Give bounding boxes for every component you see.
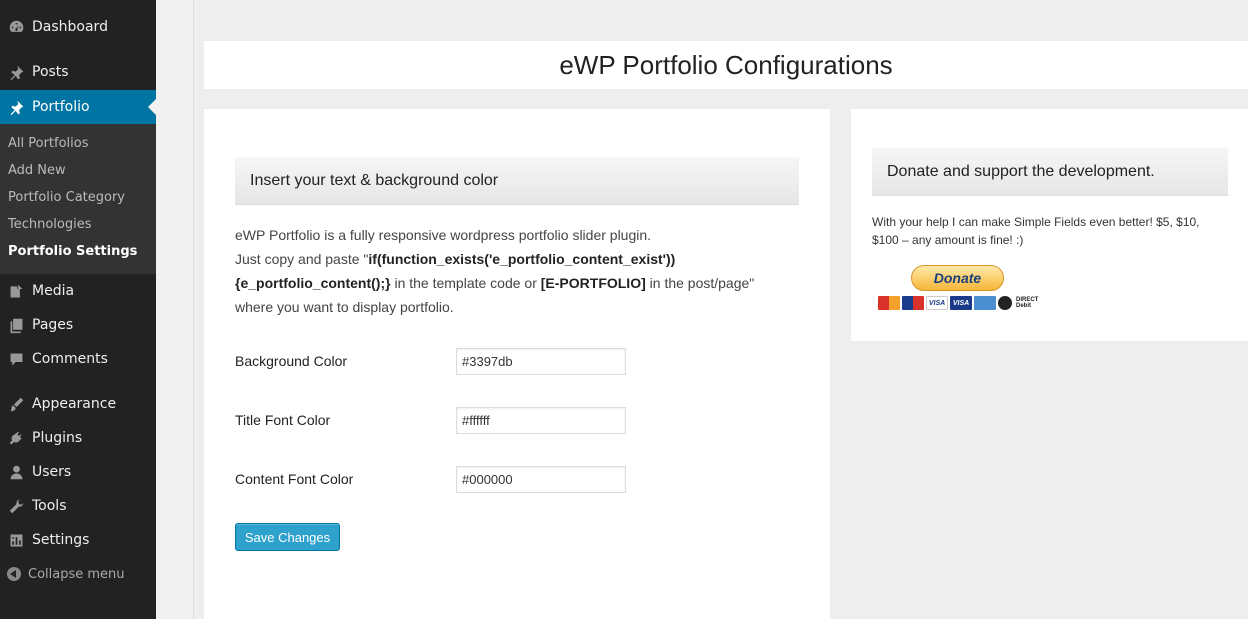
maestro-icon xyxy=(902,296,924,310)
amex-icon xyxy=(974,296,996,310)
desc-line-2: Just copy and paste "if(function_exists(… xyxy=(235,251,676,267)
sidebar-item-appearance[interactable]: Appearance xyxy=(0,387,156,421)
sidebar-item-pages[interactable]: Pages xyxy=(0,308,156,342)
sidebar-item-label: Pages xyxy=(32,317,74,333)
desc-line-1: eWP Portfolio is a fully responsive word… xyxy=(235,227,652,243)
background-color-label: Background Color xyxy=(235,353,348,369)
sidebar-item-users[interactable]: Users xyxy=(0,455,156,489)
page-title: eWP Portfolio Configurations xyxy=(559,49,893,80)
visa-icon: VISA xyxy=(926,296,948,310)
desc-line-4: where you want to display portfolio. xyxy=(235,299,454,315)
gutter xyxy=(156,0,194,619)
page-title-bar: eWP Portfolio Configurations xyxy=(204,41,1248,89)
save-changes-button[interactable]: Save Changes xyxy=(235,523,340,551)
sidebar-item-label: Comments xyxy=(32,351,108,367)
sidebar-item-posts[interactable]: Posts xyxy=(0,55,156,89)
background-color-input[interactable] xyxy=(456,348,626,375)
donate-text: With your help I can make Simple Fields … xyxy=(872,215,1200,247)
wrench-icon xyxy=(0,498,32,515)
sidebar-item-label: Posts xyxy=(32,64,69,80)
direct-debit-label: DIRECT Debit xyxy=(1016,297,1039,309)
media-icon xyxy=(0,283,32,300)
collapse-icon xyxy=(0,567,28,581)
main-content: eWP Portfolio Configurations Insert your… xyxy=(194,0,1248,619)
portfolio-submenu: All Portfolios Add New Portfolio Categor… xyxy=(0,124,156,274)
sidebar-item-portfolio[interactable]: Portfolio xyxy=(0,90,156,124)
brush-icon xyxy=(0,396,32,413)
sidebar-item-plugins[interactable]: Plugins xyxy=(0,421,156,455)
sidebar-item-label: Dashboard xyxy=(32,19,108,35)
settings-icon xyxy=(0,532,32,549)
code-snippet-2: {e_portfolio_content();} xyxy=(235,275,391,291)
submenu-portfolio-category[interactable]: Portfolio Category xyxy=(8,188,125,208)
donate-panel: Donate and support the development. With… xyxy=(851,109,1248,341)
direct-debit-icon xyxy=(998,296,1012,310)
sidebar-item-label: Appearance xyxy=(32,396,117,412)
content-font-color-input[interactable] xyxy=(456,466,626,493)
user-icon xyxy=(0,464,32,481)
pin-icon xyxy=(0,99,32,116)
paypal-donate-button[interactable]: Donate xyxy=(911,265,1004,291)
sidebar-item-dashboard[interactable]: Dashboard xyxy=(0,10,156,44)
mastercard-icon xyxy=(878,296,900,310)
visa-electron-icon: VISA xyxy=(950,296,972,310)
collapse-menu-button[interactable]: Collapse menu xyxy=(0,563,156,585)
submenu-technologies[interactable]: Technologies xyxy=(8,215,92,235)
comment-icon xyxy=(0,351,32,368)
sidebar-item-label: Tools xyxy=(32,498,67,514)
settings-panel: Insert your text & background color eWP … xyxy=(204,109,830,619)
sidebar-item-settings[interactable]: Settings xyxy=(0,523,156,557)
sidebar-item-media[interactable]: Media xyxy=(0,274,156,308)
sidebar-item-label: Portfolio xyxy=(32,99,90,115)
plug-icon xyxy=(0,430,32,447)
plugin-description: eWP Portfolio is a fully responsive word… xyxy=(235,223,795,319)
sidebar-item-label: Media xyxy=(32,283,75,299)
pin-icon xyxy=(0,64,32,81)
collapse-menu-label: Collapse menu xyxy=(28,566,125,582)
shortcode: [E-PORTFOLIO] xyxy=(540,275,646,291)
admin-sidebar: Dashboard Posts Portfolio All Portfolios… xyxy=(0,0,156,619)
code-snippet: if(function_exists('e_portfolio_content_… xyxy=(368,251,676,267)
sidebar-item-comments[interactable]: Comments xyxy=(0,342,156,376)
sidebar-item-label: Plugins xyxy=(32,430,83,446)
payment-cards: VISA VISA DIRECT Debit xyxy=(878,296,1038,310)
sidebar-item-label: Settings xyxy=(32,532,90,548)
sidebar-item-tools[interactable]: Tools xyxy=(0,489,156,523)
submenu-add-new[interactable]: Add New xyxy=(8,161,66,181)
pages-icon xyxy=(0,317,32,334)
section-title: Insert your text & background color xyxy=(235,157,799,205)
title-font-color-label: Title Font Color xyxy=(235,412,331,428)
title-font-color-input[interactable] xyxy=(456,407,626,434)
submenu-portfolio-settings[interactable]: Portfolio Settings xyxy=(8,242,137,262)
dashboard-icon xyxy=(0,19,32,36)
donate-title: Donate and support the development. xyxy=(872,148,1228,196)
desc-line-3: {e_portfolio_content();} in the template… xyxy=(235,275,755,291)
content-font-color-label: Content Font Color xyxy=(235,471,354,487)
submenu-all-portfolios[interactable]: All Portfolios xyxy=(8,134,89,154)
sidebar-item-label: Users xyxy=(32,464,72,480)
